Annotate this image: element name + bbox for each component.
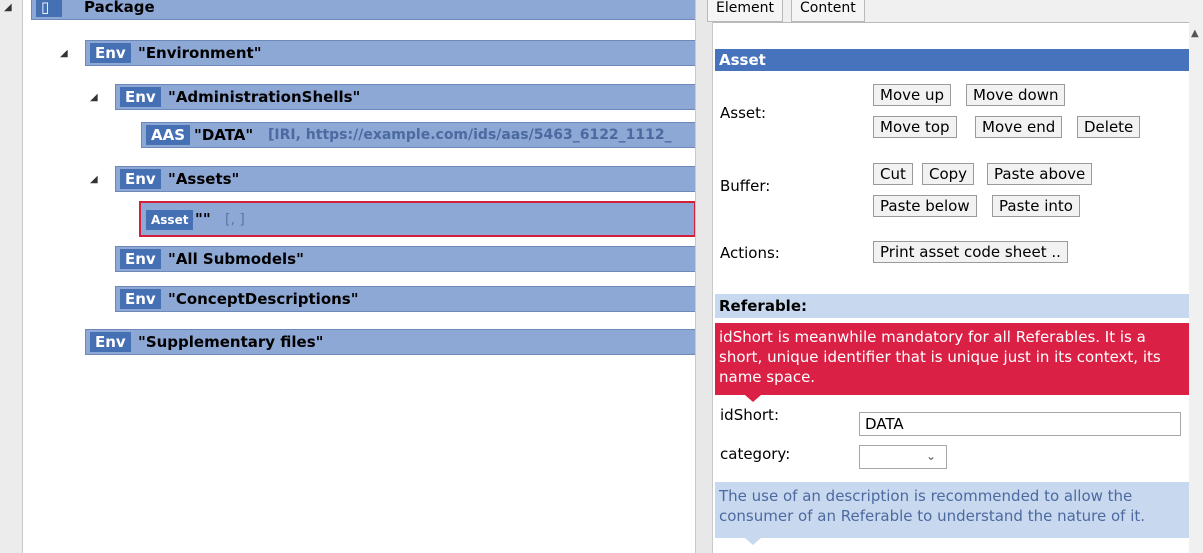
tree-node-info: [IRI, https://example.com/ids/aas/5463_6… — [268, 127, 672, 143]
cut-button[interactable]: Cut — [873, 163, 913, 185]
vertical-scrollbar[interactable]: ▲ — [1189, 22, 1203, 553]
category-select[interactable]: ⌄ — [859, 445, 947, 469]
tree-node-label: Package — [84, 0, 155, 16]
tree-node-info: [, ] — [225, 212, 245, 228]
tree-node-package[interactable]: ◢ ▯ Package — [4, 0, 696, 20]
package-icon: ▯ — [36, 0, 62, 17]
tab-strip: Element Content — [707, 0, 1203, 23]
tree-node-aas-data[interactable]: AAS "DATA" [IRI, https://example.com/ids… — [141, 122, 696, 148]
idshort-label: idShort: — [720, 406, 779, 424]
paste-above-button[interactable]: Paste above — [987, 163, 1093, 185]
tree-node-asset-selected[interactable]: Asset "" [, ] — [139, 201, 696, 237]
tree-node-supplementary-files[interactable]: Env "Supplementary files" — [85, 329, 696, 355]
env-tag: Env — [90, 43, 131, 63]
tree-node-label: "Assets" — [168, 170, 240, 188]
hint-pointer — [745, 538, 761, 545]
category-label: category: — [720, 445, 791, 463]
properties-content: Asset Asset: Move up Move down Move top … — [713, 22, 1189, 553]
collapse-triangle-icon[interactable]: ◢ — [4, 2, 12, 13]
idshort-hint-text: idShort is meanwhile mandatory for all R… — [719, 328, 1161, 386]
description-hint-text: The use of an description is recommended… — [719, 487, 1146, 525]
scroll-up-icon[interactable]: ▲ — [1191, 28, 1199, 39]
move-down-button[interactable]: Move down — [966, 84, 1066, 106]
idshort-hint: idShort is meanwhile mandatory for all R… — [715, 323, 1189, 402]
tree-node-administration-shells[interactable]: ◢ Env "AdministrationShells" — [90, 84, 696, 110]
tree-node-label: "All Submodels" — [168, 250, 304, 268]
pane-splitter[interactable] — [695, 0, 713, 553]
referable-section-header: Referable: — [715, 294, 1189, 318]
tree-node-environment[interactable]: ◢ Env "Environment" — [60, 40, 696, 66]
tree-node-concept-descriptions[interactable]: Env "ConceptDescriptions" — [115, 286, 696, 312]
tree-node-label: "Supplementary files" — [138, 333, 324, 351]
asset-tag: Asset — [146, 210, 194, 230]
tree-node-label: "" — [195, 210, 211, 228]
paste-into-button[interactable]: Paste into — [992, 195, 1080, 217]
tree-node-label: "AdministrationShells" — [168, 88, 361, 106]
tree-node-all-submodels[interactable]: Env "All Submodels" — [115, 246, 696, 272]
tree-node-label: "ConceptDescriptions" — [168, 290, 359, 308]
tree-node-label: "Environment" — [138, 44, 262, 62]
collapse-triangle-icon[interactable]: ◢ — [60, 48, 68, 59]
tree-node-assets[interactable]: ◢ Env "Assets" — [90, 166, 696, 192]
idshort-input[interactable]: DATA — [859, 412, 1181, 436]
print-asset-code-sheet-button[interactable]: Print asset code sheet .. — [873, 241, 1068, 263]
actions-field-label: Actions: — [720, 244, 780, 262]
collapse-triangle-icon[interactable]: ◢ — [90, 174, 98, 185]
chevron-down-icon: ⌄ — [925, 449, 936, 463]
env-tag: Env — [120, 87, 161, 107]
aas-tag: AAS — [146, 125, 191, 145]
buffer-field-label: Buffer: — [720, 177, 771, 195]
collapse-triangle-icon[interactable]: ◢ — [90, 92, 98, 103]
properties-pane: Element Content Asset Asset: Move up Mov… — [707, 0, 1203, 553]
env-tag: Env — [120, 289, 161, 309]
tab-element[interactable]: Element — [707, 0, 783, 22]
env-tag: Env — [120, 169, 161, 189]
tree-node-label: "DATA" — [194, 126, 254, 144]
env-tag: Env — [120, 249, 161, 269]
hint-pointer — [745, 395, 761, 402]
move-up-button[interactable]: Move up — [873, 84, 952, 106]
tab-content[interactable]: Content — [791, 0, 865, 22]
paste-below-button[interactable]: Paste below — [873, 195, 977, 217]
asset-field-label: Asset: — [720, 104, 767, 122]
description-hint: The use of an description is recommended… — [715, 482, 1189, 545]
tree-pane: ◢ ▯ Package ◢ Env "Environment" ◢ Env "A… — [0, 0, 703, 553]
delete-button[interactable]: Delete — [1077, 116, 1141, 138]
move-top-button[interactable]: Move top — [873, 116, 957, 138]
copy-button[interactable]: Copy — [922, 163, 975, 185]
asset-section-header: Asset — [715, 49, 1189, 71]
env-tag: Env — [90, 332, 131, 352]
move-end-button[interactable]: Move end — [975, 116, 1063, 138]
tree-view[interactable]: ◢ ▯ Package ◢ Env "Environment" ◢ Env "A… — [4, 0, 696, 553]
